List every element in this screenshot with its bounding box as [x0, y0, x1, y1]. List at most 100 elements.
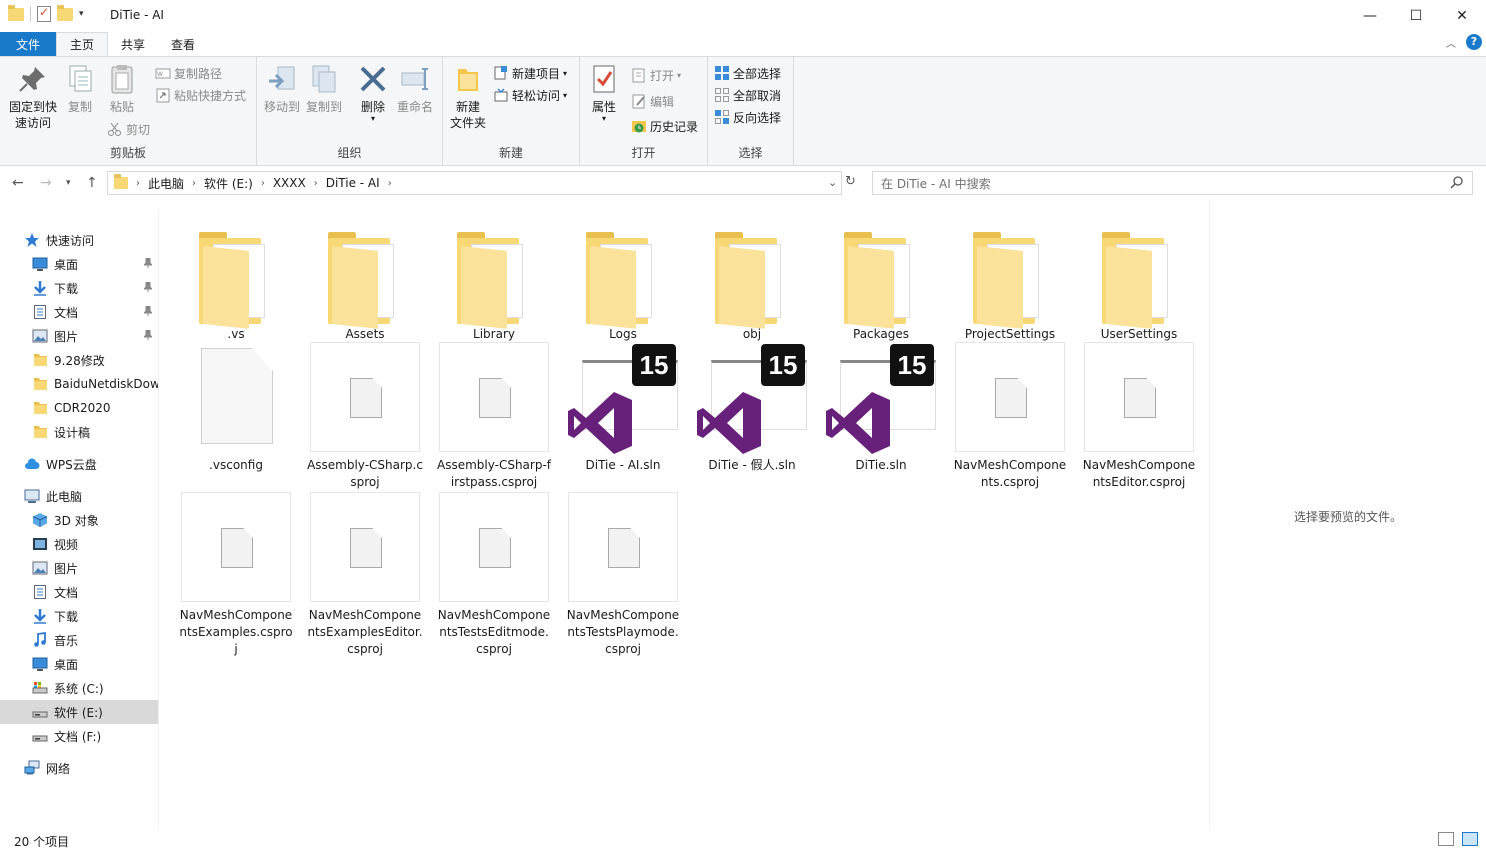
- sidebar-item[interactable]: 文档 (F:): [0, 724, 158, 748]
- delete-button[interactable]: 删除 ▾: [353, 63, 393, 123]
- up-arrow-icon[interactable]: ↑: [86, 175, 98, 191]
- easy-access-button[interactable]: 轻松访问 ▾: [493, 85, 567, 105]
- sidebar-item[interactable]: 3D 对象: [0, 508, 158, 532]
- folder-item[interactable]: Assets: [303, 212, 427, 343]
- folder-item[interactable]: obj: [690, 212, 814, 343]
- search-input[interactable]: 在 DiTie - AI 中搜索: [872, 171, 1473, 195]
- pin-icon[interactable]: [142, 305, 154, 316]
- history-button[interactable]: 历史记录: [631, 116, 698, 136]
- new-folder-button[interactable]: 新建 文件夹: [447, 63, 489, 131]
- breadcrumb-xxxx[interactable]: XXXX: [273, 176, 306, 190]
- folder-item[interactable]: Library: [432, 212, 556, 343]
- select-all-button[interactable]: 全部选择: [714, 63, 781, 83]
- recent-locations-chevron-icon[interactable]: ▾: [66, 178, 71, 188]
- pin-quick-access-button[interactable]: 固定到快 速访问: [6, 63, 60, 131]
- copy-path-button[interactable]: W 复制路径: [155, 63, 222, 83]
- sidebar-item[interactable]: 9.28修改: [0, 348, 158, 372]
- select-none-button[interactable]: 全部取消: [714, 85, 781, 105]
- copy-to-button[interactable]: 复制到: [303, 63, 345, 115]
- details-view-icon[interactable]: [1438, 832, 1454, 846]
- cut-button[interactable]: 剪切: [107, 119, 150, 139]
- chevron-right-icon[interactable]: ›: [388, 178, 392, 189]
- pin-icon[interactable]: [142, 281, 154, 292]
- file-item[interactable]: NavMeshComponentsExamplesEditor.csproj: [303, 492, 427, 658]
- file-item[interactable]: 15 DiTie - AI.sln: [561, 342, 685, 474]
- pin-icon[interactable]: [142, 257, 154, 268]
- sidebar-item[interactable]: 网络: [0, 756, 158, 780]
- sidebar-item[interactable]: 图片: [0, 324, 158, 348]
- file-item[interactable]: .vsconfig: [174, 342, 298, 474]
- help-icon[interactable]: ?: [1466, 34, 1482, 50]
- edit-button[interactable]: 编辑: [631, 91, 674, 111]
- address-bar[interactable]: › 此电脑 › 软件 (E:) › XXXX › DiTie - AI ›: [107, 171, 842, 195]
- properties-button[interactable]: 属性 ▾: [586, 63, 622, 123]
- sidebar-item[interactable]: 图片: [0, 556, 158, 580]
- large-icons-view-icon[interactable]: [1462, 832, 1478, 846]
- file-item[interactable]: NavMeshComponents.csproj: [948, 342, 1072, 491]
- folder-item[interactable]: ProjectSettings: [948, 212, 1072, 343]
- tab-share[interactable]: 共享: [108, 32, 158, 56]
- sidebar-item[interactable]: 系统 (C:): [0, 676, 158, 700]
- sidebar-item[interactable]: 文档: [0, 580, 158, 604]
- back-arrow-icon[interactable]: ←: [12, 175, 24, 191]
- sidebar-item[interactable]: 桌面: [0, 252, 158, 276]
- file-item[interactable]: 15 DiTie - 假人.sln: [690, 342, 814, 474]
- forward-arrow-icon[interactable]: →: [40, 175, 52, 191]
- chevron-right-icon[interactable]: ›: [136, 178, 140, 189]
- file-item[interactable]: NavMeshComponentsTestsPlaymode.csproj: [561, 492, 685, 658]
- folder-item[interactable]: UserSettings: [1077, 212, 1201, 343]
- move-to-button[interactable]: 移动到: [261, 63, 303, 115]
- close-button[interactable]: ✕: [1439, 0, 1485, 32]
- sidebar-item[interactable]: 下载: [0, 604, 158, 628]
- sidebar-item[interactable]: BaiduNetdiskDow: [0, 372, 158, 396]
- tab-view[interactable]: 查看: [158, 32, 208, 56]
- sidebar-item[interactable]: CDR2020: [0, 396, 158, 420]
- chevron-right-icon[interactable]: ›: [314, 178, 318, 189]
- tab-file[interactable]: 文件: [0, 32, 57, 56]
- customize-toolbar-dropdown[interactable]: ▾: [79, 9, 84, 19]
- paste-shortcut-button[interactable]: 粘贴快捷方式: [155, 85, 246, 105]
- collapse-ribbon-icon[interactable]: ︿: [1446, 35, 1456, 50]
- file-item[interactable]: Assembly-CSharp-firstpass.csproj: [432, 342, 556, 491]
- refresh-icon[interactable]: ↻: [845, 174, 856, 189]
- file-item[interactable]: 15 DiTie.sln: [819, 342, 943, 474]
- paste-button[interactable]: 粘贴: [104, 63, 140, 115]
- sidebar-item[interactable]: 下载: [0, 276, 158, 300]
- address-dropdown-icon[interactable]: ⌄: [828, 176, 837, 189]
- file-item[interactable]: NavMeshComponentsExamples.csproj: [174, 492, 298, 658]
- new-item-button[interactable]: 新建项目 ▾: [493, 63, 567, 83]
- file-item[interactable]: Assembly-CSharp.csproj: [303, 342, 427, 491]
- tab-home[interactable]: 主页: [56, 32, 109, 56]
- rename-button[interactable]: 重命名: [393, 63, 437, 115]
- invert-selection-button[interactable]: 反向选择: [714, 107, 781, 127]
- sidebar-item[interactable]: 视频: [0, 532, 158, 556]
- breadcrumb-drive-e[interactable]: 软件 (E:): [204, 175, 253, 192]
- file-item[interactable]: NavMeshComponentsTestsEditmode.csproj: [432, 492, 556, 658]
- open-button[interactable]: 打开 ▾: [631, 65, 681, 85]
- breadcrumb-this-pc[interactable]: 此电脑: [148, 175, 184, 192]
- folder-item[interactable]: .vs: [174, 212, 298, 343]
- file-item[interactable]: NavMeshComponentsEditor.csproj: [1077, 342, 1201, 491]
- sidebar-item[interactable]: 软件 (E:): [0, 700, 158, 724]
- sidebar-item[interactable]: 文档: [0, 300, 158, 324]
- breadcrumb-current[interactable]: DiTie - AI: [326, 176, 380, 190]
- copy-button[interactable]: 复制: [62, 63, 98, 115]
- maximize-button[interactable]: ☐: [1393, 0, 1439, 32]
- sidebar-item[interactable]: WPS云盘: [0, 452, 158, 476]
- minimize-button[interactable]: —: [1347, 0, 1393, 32]
- folder-item[interactable]: Packages: [819, 212, 943, 343]
- sidebar-item[interactable]: 音乐: [0, 628, 158, 652]
- new-folder-quick-button[interactable]: [57, 4, 73, 21]
- search-icon[interactable]: [1450, 175, 1464, 192]
- chevron-right-icon[interactable]: ›: [192, 178, 196, 189]
- properties-quick-button[interactable]: [37, 5, 51, 22]
- sidebar-item[interactable]: 快速访问: [0, 228, 158, 252]
- properties-dropdown-icon[interactable]: ▾: [586, 115, 622, 123]
- sidebar-item[interactable]: 桌面: [0, 652, 158, 676]
- delete-dropdown-icon[interactable]: ▾: [353, 115, 393, 123]
- folder-item[interactable]: Logs: [561, 212, 685, 343]
- sidebar-item[interactable]: 此电脑: [0, 484, 158, 508]
- chevron-right-icon[interactable]: ›: [261, 178, 265, 189]
- sidebar-item[interactable]: 设计稿: [0, 420, 158, 444]
- pin-icon[interactable]: [142, 329, 154, 340]
